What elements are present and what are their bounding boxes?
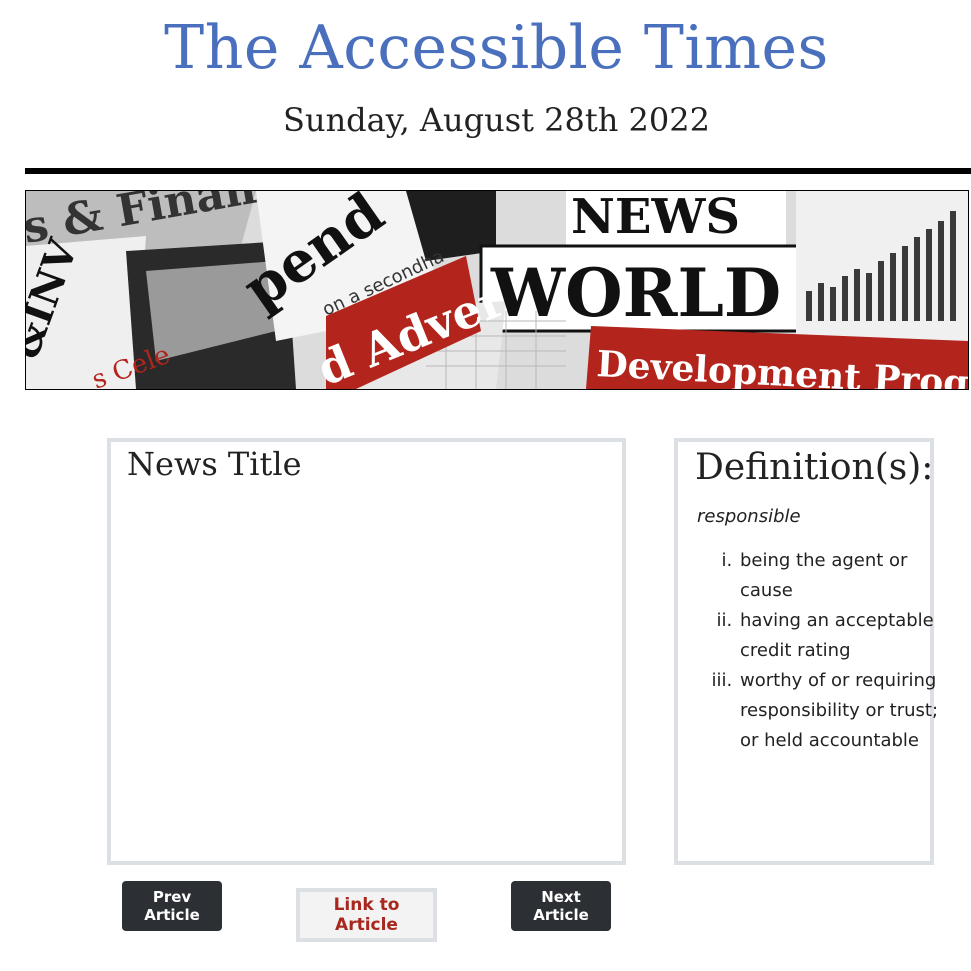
svg-text:WORLD: WORLD (490, 254, 781, 332)
defined-word: responsible (697, 506, 801, 527)
article-panel: News Title (107, 438, 626, 865)
prev-article-button[interactable]: Prev Article (122, 881, 222, 931)
definitions-heading: Definition(s): (695, 447, 934, 488)
definitions-panel: Definition(s): responsible being the age… (674, 438, 938, 865)
newspaper-banner-image: s & Finan &INV pend on a secondha d Adve… (25, 190, 969, 390)
next-article-button[interactable]: Next Article (511, 881, 611, 931)
definition-item: being the agent or cause (738, 546, 958, 606)
header-divider (25, 168, 971, 174)
link-to-article-button[interactable]: Link to Article (296, 888, 437, 942)
svg-text:NEWS: NEWS (571, 191, 740, 245)
definition-item: worthy of or requiring responsibility or… (738, 666, 958, 756)
site-title: The Accessible Times (164, 13, 829, 83)
definitions-list: being the agent or cause having an accep… (693, 546, 958, 756)
definition-item: having an acceptable credit rating (738, 606, 958, 666)
date-line: Sunday, August 28th 2022 (283, 101, 710, 139)
article-title: News Title (127, 445, 302, 483)
